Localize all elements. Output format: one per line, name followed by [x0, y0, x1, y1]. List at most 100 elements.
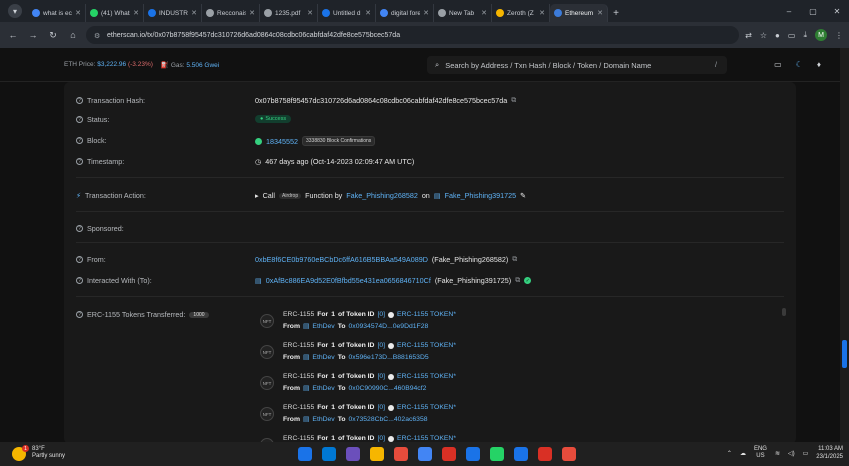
taskbar-app-icon[interactable] — [490, 447, 504, 461]
language-indicator[interactable]: ENG US — [754, 446, 767, 460]
dark-mode-icon[interactable]: ☾ — [796, 60, 803, 69]
search-bar[interactable]: ⌕ Search by Address / Txn Hash / Block /… — [427, 56, 727, 74]
to-address-link[interactable]: 0xAfBc886EA9d52E0fBfbd55e431ea0656846710… — [266, 276, 431, 285]
taskbar-app-icon[interactable] — [418, 447, 432, 461]
tab-search-icon[interactable]: ▾ — [8, 4, 22, 18]
tab-close-icon[interactable]: ✕ — [481, 9, 487, 17]
profile-avatar[interactable]: M — [815, 29, 827, 41]
wifi-icon[interactable]: ≋ — [775, 450, 780, 457]
tab-close-icon[interactable]: ✕ — [365, 9, 371, 17]
chrome-menu-icon[interactable]: ⋮ — [835, 31, 843, 40]
token-id-link[interactable]: [0] — [377, 404, 385, 411]
taskbar-app-icon[interactable] — [442, 447, 456, 461]
help-icon[interactable]: ? — [76, 256, 83, 263]
notifications-icon[interactable]: ▭ — [774, 60, 782, 69]
taskbar-app-icon[interactable] — [562, 447, 576, 461]
tab-close-icon[interactable]: ✕ — [423, 9, 429, 17]
taskbar-app-icon[interactable] — [514, 447, 528, 461]
taskbar-app-icon[interactable] — [322, 447, 336, 461]
tray-app-icon[interactable]: ☁ — [740, 450, 746, 457]
token-name-link[interactable]: ERC-1155 TOKEN* — [397, 342, 456, 349]
help-icon[interactable]: ? — [76, 137, 83, 144]
weather-widget[interactable]: 83°F Partly sunny — [32, 446, 65, 460]
tab-close-icon[interactable]: ✕ — [597, 9, 603, 17]
from-link[interactable]: EthDev — [312, 323, 334, 330]
tab-close-icon[interactable]: ✕ — [249, 9, 255, 17]
home-icon[interactable]: ⌂ — [66, 28, 80, 42]
browser-tab[interactable]: New Tab ✕ — [434, 4, 492, 22]
clock[interactable]: 11:03 AM 23/1/2025 — [816, 445, 843, 461]
browser-tab[interactable]: Untitled d ✕ — [318, 4, 376, 22]
tab-close-icon[interactable]: ✕ — [133, 9, 139, 17]
function-by-link[interactable]: Fake_Phishing268582 — [346, 191, 418, 200]
eth-price-value[interactable]: $3,222.96 — [97, 61, 126, 68]
battery-icon[interactable]: ▭ — [803, 450, 809, 457]
token-name-link[interactable]: ERC-1155 TOKEN* — [397, 311, 456, 318]
browser-tab[interactable]: (41) WhatsApp✕ — [86, 4, 144, 22]
help-icon[interactable]: ? — [76, 97, 83, 104]
maximize-button[interactable]: ▢ — [801, 0, 825, 22]
translate-icon[interactable]: ⇄ — [745, 31, 752, 40]
address-bar[interactable]: ⚙ etherscan.io/tx/0x07b8758f95457dc31072… — [86, 26, 740, 44]
token-id-link[interactable]: [0] — [377, 342, 385, 349]
expand-icon[interactable]: ▸ — [255, 191, 259, 200]
close-window-button[interactable]: ✕ — [825, 0, 849, 22]
block-link[interactable]: 18345552 — [266, 137, 298, 146]
tab-close-icon[interactable]: ✕ — [539, 9, 545, 17]
browser-tab[interactable]: digital fore ✕ — [376, 4, 434, 22]
gas-value[interactable]: 5.506 Gwei — [186, 62, 219, 69]
minimize-button[interactable]: – — [777, 0, 801, 22]
from-link[interactable]: EthDev — [312, 354, 334, 361]
to-link[interactable]: 0x596e173D...B881653D5 — [349, 354, 429, 361]
downloads-icon[interactable]: ⤓ — [803, 30, 807, 40]
taskbar-app-icon[interactable] — [538, 447, 552, 461]
reload-icon[interactable]: ↻ — [46, 28, 60, 42]
help-icon[interactable]: ? — [76, 158, 83, 165]
help-icon[interactable]: ? — [76, 277, 83, 284]
token-name-link[interactable]: ERC-1155 TOKEN* — [397, 373, 456, 380]
help-icon[interactable]: ? — [76, 311, 83, 318]
token-id-link[interactable]: [0] — [377, 311, 385, 318]
tab-close-icon[interactable]: ✕ — [307, 9, 313, 17]
scrollbar-thumb[interactable] — [842, 340, 847, 368]
token-name-link[interactable]: ERC-1155 TOKEN* — [397, 404, 456, 411]
copy-icon[interactable]: ⧉ — [511, 97, 516, 105]
taskbar-app-icon[interactable] — [466, 447, 480, 461]
to-link[interactable]: 0x0934574D...0e9Dd1F28 — [349, 323, 429, 330]
new-tab-button[interactable]: + — [608, 4, 624, 22]
browser-tab[interactable]: Ethereum ✕ — [550, 4, 608, 22]
tab-close-icon[interactable]: ✕ — [75, 9, 81, 17]
token-transfer-list[interactable]: NFT ERC-1155 For 1 of Token ID [0] ERC-1… — [255, 307, 790, 444]
edit-icon[interactable]: ✎ — [520, 191, 526, 200]
browser-tab[interactable]: Zeroth (Z ✕ — [492, 4, 550, 22]
forward-icon[interactable]: → — [26, 28, 40, 42]
from-link[interactable]: EthDev — [312, 416, 334, 423]
help-icon[interactable]: ? — [76, 225, 83, 232]
windows-start-icon[interactable] — [298, 447, 312, 461]
site-info-icon[interactable]: ⚙ — [94, 32, 101, 40]
tab-groups-icon[interactable]: ▭ — [788, 31, 796, 40]
to-link[interactable]: 0x0C90990C...460B94cf2 — [349, 385, 427, 392]
taskbar-app-icon[interactable] — [394, 447, 408, 461]
tray-chevron-icon[interactable]: ⌃ — [727, 450, 732, 457]
ethereum-icon[interactable]: ♦ — [817, 60, 821, 69]
browser-tab[interactable]: what is ec ✕ — [28, 4, 86, 22]
token-id-link[interactable]: [0] — [377, 435, 385, 442]
copy-icon[interactable]: ⧉ — [512, 256, 517, 264]
from-address-link[interactable]: 0xbE8f6CE0b9760eBCbDc6ffA616B5BBAa549A08… — [255, 255, 428, 264]
back-icon[interactable]: ← — [6, 28, 20, 42]
token-list-scrollbar[interactable] — [782, 308, 786, 316]
volume-icon[interactable]: ◁) — [788, 450, 795, 457]
tab-close-icon[interactable]: ✕ — [191, 9, 197, 17]
browser-tab[interactable]: INDUSTRI ✕ — [144, 4, 202, 22]
copy-icon[interactable]: ⧉ — [515, 277, 520, 285]
token-name-link[interactable]: ERC-1155 TOKEN* — [397, 435, 456, 442]
taskbar-app-icon[interactable] — [370, 447, 384, 461]
extension-icon[interactable]: ● — [775, 31, 780, 40]
browser-tab[interactable]: Recconais ✕ — [202, 4, 260, 22]
on-contract-link[interactable]: Fake_Phishing391725 — [445, 191, 517, 200]
taskbar-app-icon[interactable] — [346, 447, 360, 461]
browser-tab[interactable]: 1235.pdf ✕ — [260, 4, 318, 22]
bookmark-star-icon[interactable]: ☆ — [760, 31, 767, 40]
page-scrollbar[interactable] — [840, 48, 849, 442]
